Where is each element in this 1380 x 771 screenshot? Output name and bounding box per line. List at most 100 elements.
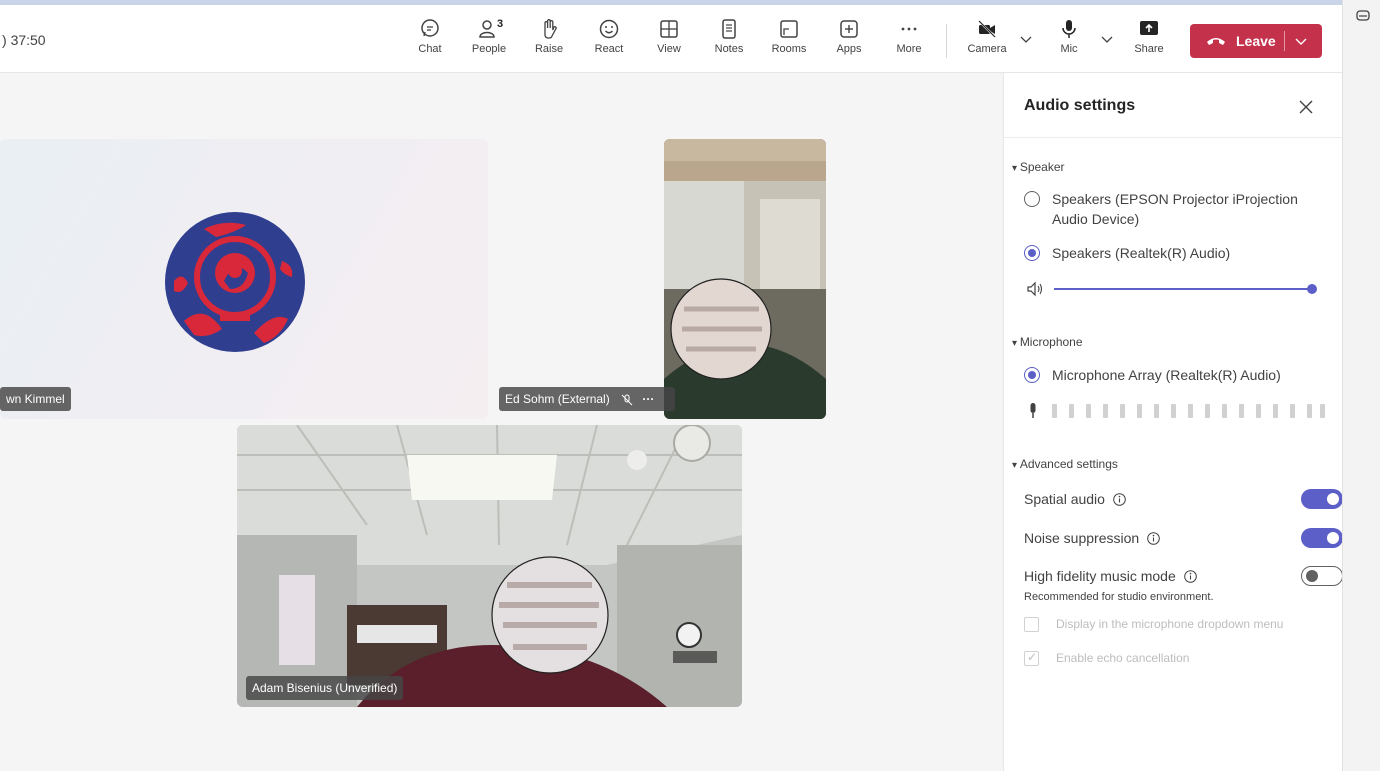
more-dots-icon xyxy=(901,27,917,31)
meeting-toolbar: ) 37:50 Chat 3 People Raise React View N… xyxy=(0,0,1342,73)
raise-hand-button[interactable]: Raise xyxy=(521,18,577,55)
advanced-settings-text: Advanced settings xyxy=(1019,457,1118,471)
audio-settings-header: Audio settings xyxy=(1004,73,1342,138)
add-app-icon xyxy=(840,20,858,38)
speaker-epson-label: Speakers (EPSON Projector iProjection Au… xyxy=(1052,191,1298,227)
speaker-volume-slider[interactable] xyxy=(1054,288,1312,290)
react-label: React xyxy=(594,43,624,55)
participant-video-adam[interactable] xyxy=(237,425,742,707)
speaker-volume-icon xyxy=(1027,281,1043,297)
notes-button[interactable]: Notes xyxy=(701,18,757,55)
leave-label: Leave xyxy=(1236,33,1276,49)
speaker-option-epson[interactable]: Speakers (EPSON Projector iProjection Au… xyxy=(1024,189,1324,231)
notes-label: Notes xyxy=(714,43,744,55)
people-button[interactable]: 3 People xyxy=(461,18,517,55)
rooms-button[interactable]: Rooms xyxy=(761,18,817,55)
meeting-timer-value: 37:50 xyxy=(10,32,46,48)
info-icon[interactable] xyxy=(1183,570,1197,583)
apps-label: Apps xyxy=(836,43,862,55)
microphone-icon xyxy=(1062,20,1076,38)
speaker-realtek-label: Speakers (Realtek(R) Audio) xyxy=(1052,245,1231,261)
mic-level-icon xyxy=(1030,403,1036,418)
microphone-section-text: Microphone xyxy=(1019,335,1083,349)
mic-options-chevron-icon[interactable] xyxy=(1100,34,1114,44)
camera-button[interactable]: Camera xyxy=(959,18,1015,55)
microphone-section-label[interactable]: Microphone xyxy=(1012,335,1083,349)
apps-button[interactable]: Apps xyxy=(821,18,877,55)
team-logo-avatar xyxy=(165,212,305,352)
speaker-epson-radio[interactable] xyxy=(1024,191,1040,207)
noise-suppression-label: Noise suppression xyxy=(1024,530,1140,546)
spatial-audio-row: Spatial audio xyxy=(1024,489,1342,509)
meeting-stage: wn Kimmel Ed Sohm (External) ··· Adam Bi… xyxy=(0,73,1002,771)
participant-name-ed-text: Ed Sohm (External) xyxy=(505,392,610,406)
toolbar-divider xyxy=(946,24,947,58)
rooms-label: Rooms xyxy=(771,43,807,55)
audio-settings-title: Audio settings xyxy=(1024,97,1136,114)
raise-label: Raise xyxy=(534,43,564,55)
participant-name-adam: Adam Bisenius (Unverified) xyxy=(246,676,404,700)
more-label: More xyxy=(896,43,922,55)
speaker-volume-thumb[interactable] xyxy=(1307,284,1317,294)
spatial-audio-label: Spatial audio xyxy=(1024,491,1105,507)
display-in-dropdown-label: Display in the microphone dropdown menu xyxy=(1056,617,1284,631)
high-fidelity-hint: Recommended for studio environment. xyxy=(1024,591,1214,603)
speaker-option-realtek[interactable]: Speakers (Realtek(R) Audio) xyxy=(1024,243,1324,263)
share-button[interactable]: Share xyxy=(1121,18,1177,55)
people-count-badge: 3 xyxy=(497,18,504,30)
teams-meeting-window: ) 37:50 Chat 3 People Raise React View N… xyxy=(0,0,1342,771)
close-icon[interactable] xyxy=(1298,99,1314,115)
hang-up-phone-icon xyxy=(1207,38,1225,45)
mic-button[interactable]: Mic xyxy=(1041,18,1097,55)
ed-video-feed xyxy=(664,139,826,419)
display-in-dropdown-checkbox xyxy=(1024,617,1039,632)
camera-label: Camera xyxy=(967,43,1007,55)
share-screen-icon xyxy=(1140,21,1158,35)
adam-video-feed xyxy=(237,425,742,707)
share-label: Share xyxy=(1134,43,1164,55)
view-button[interactable]: View xyxy=(641,18,697,55)
microphone-realtek-radio[interactable] xyxy=(1024,367,1040,383)
meeting-timer: ) 37:50 xyxy=(2,32,46,48)
camera-off-icon xyxy=(978,20,996,38)
spatial-audio-toggle[interactable] xyxy=(1301,489,1342,509)
toolbar-accent-strip xyxy=(0,0,1342,5)
advanced-settings-label[interactable]: Advanced settings xyxy=(1012,457,1118,471)
info-icon[interactable] xyxy=(1113,493,1126,506)
side-strip xyxy=(1342,0,1380,771)
noise-suppression-row: Noise suppression xyxy=(1024,528,1342,548)
react-button[interactable]: React xyxy=(581,18,637,55)
high-fidelity-label: High fidelity music mode xyxy=(1024,568,1176,584)
people-label: People xyxy=(471,43,507,55)
leave-options-chevron-icon[interactable] xyxy=(1294,35,1308,47)
participant-name-kimmel: wn Kimmel xyxy=(0,387,71,411)
muted-mic-icon xyxy=(621,394,633,406)
speaker-section-text: Speaker xyxy=(1019,160,1065,174)
high-fidelity-row: High fidelity music mode xyxy=(1024,566,1342,586)
speaker-realtek-radio[interactable] xyxy=(1024,245,1040,261)
hand-icon xyxy=(544,19,557,39)
leave-button[interactable]: Leave xyxy=(1190,24,1322,58)
chat-label: Chat xyxy=(418,43,442,55)
high-fidelity-toggle[interactable] xyxy=(1301,566,1342,586)
participant-more-options-icon[interactable]: ··· xyxy=(642,392,654,406)
rooms-icon xyxy=(780,20,798,38)
camera-options-chevron-icon[interactable] xyxy=(1019,34,1033,44)
chat-icon xyxy=(421,19,439,37)
mic-label: Mic xyxy=(1060,43,1078,55)
leave-separator xyxy=(1284,31,1285,51)
echo-cancellation-checkbox xyxy=(1024,650,1039,666)
participant-video-ed[interactable] xyxy=(664,139,826,419)
chat-button[interactable]: Chat xyxy=(402,18,458,55)
view-label: View xyxy=(657,43,681,55)
device-icon[interactable] xyxy=(1355,8,1371,24)
info-icon[interactable] xyxy=(1147,532,1160,545)
speaker-section-label[interactable]: Speaker xyxy=(1012,160,1065,174)
echo-cancellation-label: Enable echo cancellation xyxy=(1056,651,1190,665)
audio-settings-panel: Audio settings Speaker Speakers (EPSON P… xyxy=(1003,73,1342,771)
microphone-option-realtek[interactable]: Microphone Array (Realtek(R) Audio) xyxy=(1024,365,1324,385)
smiley-icon xyxy=(599,19,619,39)
notes-icon xyxy=(722,19,736,39)
more-button[interactable]: More xyxy=(881,18,937,55)
noise-suppression-toggle[interactable] xyxy=(1301,528,1342,548)
